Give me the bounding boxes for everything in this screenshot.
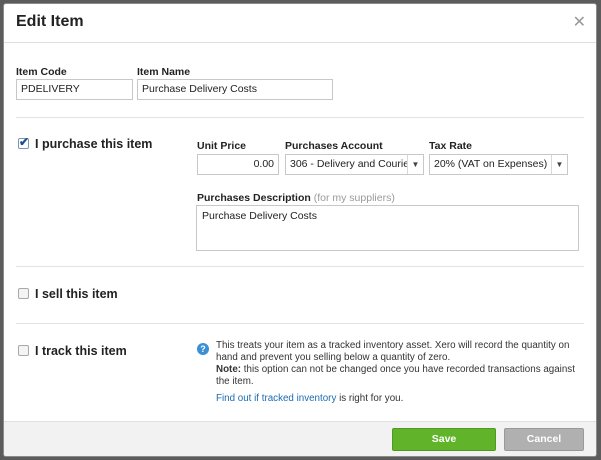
- check-icon: ✔: [19, 135, 30, 149]
- track-note-line2: the item.: [216, 376, 254, 387]
- divider: [16, 117, 584, 118]
- track-checkbox[interactable]: [18, 345, 29, 356]
- purchases-description-label-text: Purchases Description: [197, 192, 311, 204]
- track-link-suffix: is right for you.: [336, 393, 404, 404]
- edit-item-dialog: Edit Item ✕ Item Code PDELIVERY Item Nam…: [3, 3, 597, 457]
- dialog-footer: Save Cancel: [4, 421, 596, 456]
- unit-price-label: Unit Price: [197, 140, 247, 152]
- chevron-down-icon[interactable]: ▼: [551, 155, 567, 174]
- purchase-checkbox[interactable]: ✔: [18, 135, 30, 149]
- track-info-line1: This treats your item as a tracked inven…: [216, 340, 570, 351]
- dialog-title: Edit Item: [16, 13, 84, 30]
- dialog-header: Edit Item ✕: [4, 4, 596, 43]
- save-button[interactable]: Save: [392, 428, 496, 451]
- purchase-section-label: I purchase this item: [35, 137, 153, 151]
- purchases-account-select[interactable]: 306 - Delivery and Courier c ▼: [285, 154, 424, 175]
- item-name-label: Item Name: [137, 66, 191, 78]
- track-link-line: Find out if tracked inventory is right f…: [216, 393, 403, 405]
- purchases-account-value: 306 - Delivery and Courier c: [290, 158, 407, 170]
- track-note: Note: this option can not be changed onc…: [216, 364, 575, 376]
- divider: [16, 323, 584, 324]
- track-info-text: This treats your item as a tracked inven…: [216, 340, 575, 388]
- track-info-line2: hand and prevent you selling below a qua…: [216, 352, 451, 363]
- item-name-input[interactable]: Purchase Delivery Costs: [137, 79, 333, 100]
- item-code-label: Item Code: [16, 66, 67, 78]
- tax-rate-value: 20% (VAT on Expenses): [434, 158, 548, 170]
- purchases-description-hint: (for my suppliers): [313, 192, 395, 204]
- purchases-description-textarea[interactable]: Purchase Delivery Costs: [196, 205, 579, 251]
- track-section-label: I track this item: [35, 344, 127, 358]
- chevron-down-icon[interactable]: ▼: [407, 155, 423, 174]
- item-code-input[interactable]: PDELIVERY: [16, 79, 133, 100]
- help-icon: ?: [197, 343, 209, 355]
- track-note-bold: Note:: [216, 364, 242, 375]
- sell-section-label: I sell this item: [35, 287, 118, 301]
- tax-rate-label: Tax Rate: [429, 140, 472, 152]
- sell-checkbox[interactable]: [18, 288, 29, 299]
- divider: [16, 266, 584, 267]
- track-note-text: this option can not be changed once you …: [241, 364, 575, 375]
- unit-price-input[interactable]: 0.00: [197, 154, 279, 175]
- tax-rate-select[interactable]: 20% (VAT on Expenses) ▼: [429, 154, 568, 175]
- tracked-inventory-link[interactable]: Find out if tracked inventory: [216, 393, 336, 404]
- close-icon[interactable]: ✕: [573, 12, 586, 32]
- cancel-button[interactable]: Cancel: [504, 428, 584, 451]
- purchases-description-label: Purchases Description (for my suppliers): [197, 192, 395, 204]
- purchases-account-label: Purchases Account: [285, 140, 383, 152]
